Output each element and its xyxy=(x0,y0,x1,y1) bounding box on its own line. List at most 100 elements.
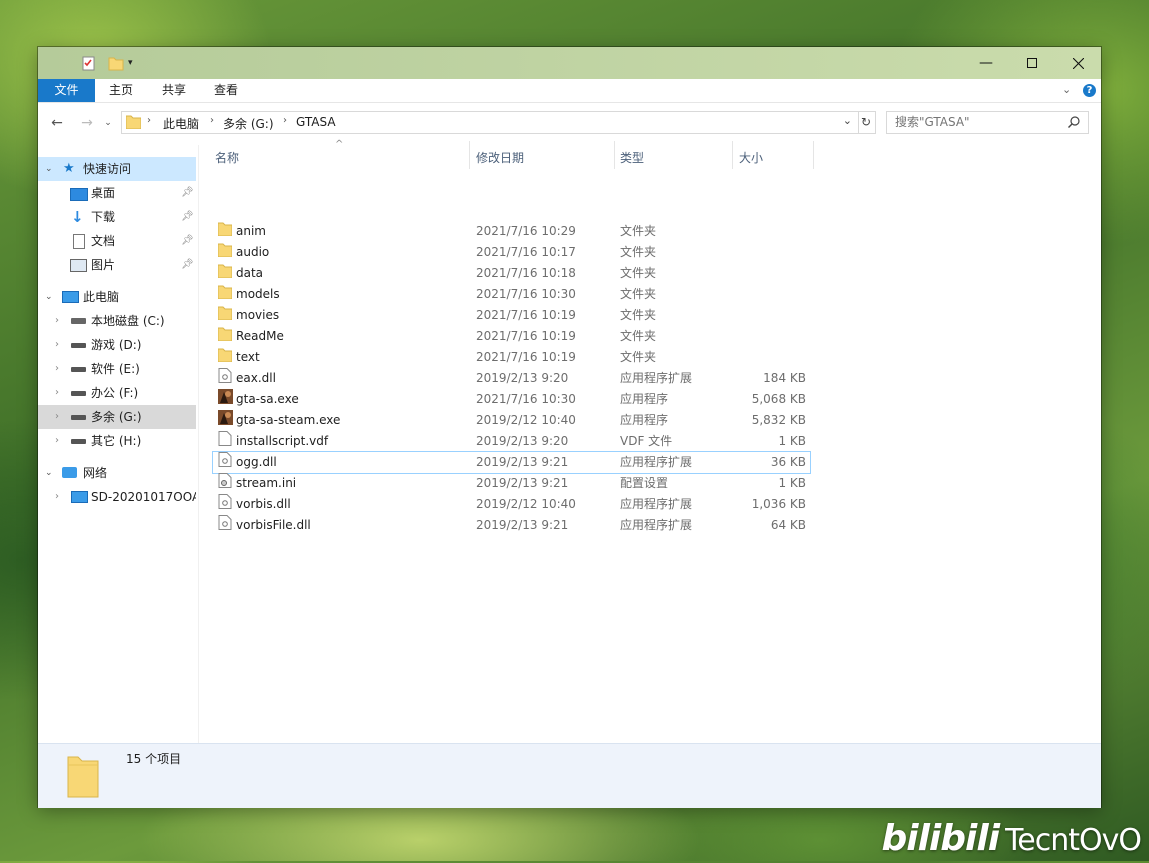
refresh-button[interactable]: ↻ xyxy=(857,111,876,134)
nav-item-documents[interactable]: 文档 📌︎ xyxy=(38,229,196,253)
search-icon[interactable] xyxy=(1068,116,1080,128)
nav-drive-g[interactable]: › 多余 (G:) xyxy=(38,405,196,429)
computer-icon xyxy=(71,491,88,503)
network-icon xyxy=(62,467,77,478)
expand-chevron-icon[interactable]: › xyxy=(55,333,59,357)
tab-file[interactable]: 文件 xyxy=(38,79,95,102)
expand-chevron-icon[interactable]: › xyxy=(55,381,59,405)
nav-quick-access[interactable]: ⌄ ★ 快速访问 xyxy=(38,157,196,181)
nav-network[interactable]: ⌄ 网络 xyxy=(38,461,196,485)
blank-file-icon xyxy=(218,431,232,446)
file-type: 应用程序扩展 xyxy=(620,497,693,511)
column-separator[interactable] xyxy=(614,141,615,169)
column-header-size[interactable]: 大小 xyxy=(739,145,763,175)
file-row[interactable]: ogg.dll 2019/2/13 9:21 应用程序扩展 36 KB xyxy=(212,451,811,474)
file-type: 文件夹 xyxy=(620,245,657,259)
title-bar[interactable]: ▾ — xyxy=(38,47,1101,79)
folder-icon xyxy=(126,115,141,129)
nav-label: 办公 (F:) xyxy=(91,386,139,400)
file-size: 5,068 KB xyxy=(751,392,806,406)
file-row[interactable]: movies 2021/7/16 10:19 文件夹 xyxy=(213,305,810,326)
file-row[interactable]: stream.ini 2019/2/13 9:21 配置设置 1 KB xyxy=(213,473,810,494)
file-date: 2019/2/13 9:21 xyxy=(476,476,569,490)
document-icon xyxy=(73,234,85,249)
drive-icon xyxy=(71,439,86,444)
file-row[interactable]: models 2021/7/16 10:30 文件夹 xyxy=(213,284,810,305)
maximize-button[interactable] xyxy=(1009,47,1055,79)
expand-chevron-icon[interactable]: › xyxy=(55,405,59,429)
nav-label: 其它 (H:) xyxy=(91,434,142,448)
nav-item-desktop[interactable]: 桌面 📌︎ xyxy=(38,181,196,205)
expand-chevron-icon[interactable]: ⌄ xyxy=(45,461,53,485)
properties-icon[interactable] xyxy=(82,55,96,71)
help-icon[interactable]: ? xyxy=(1083,84,1096,97)
file-row[interactable]: text 2021/7/16 10:19 文件夹 xyxy=(213,347,810,368)
expand-chevron-icon[interactable]: ⌄ xyxy=(45,285,53,309)
file-row[interactable]: audio 2021/7/16 10:17 文件夹 xyxy=(213,242,810,263)
nav-drive-c[interactable]: › 本地磁盘 (C:) xyxy=(38,309,196,333)
expand-chevron-icon[interactable]: › xyxy=(55,357,59,381)
column-header-date[interactable]: 修改日期 xyxy=(476,145,524,175)
desktop-icon xyxy=(70,188,88,201)
nav-drive-f[interactable]: › 办公 (F:) xyxy=(38,381,196,405)
nav-this-pc[interactable]: ⌄ 此电脑 xyxy=(38,285,196,309)
nav-item-pictures[interactable]: 图片 📌︎ xyxy=(38,253,196,277)
tab-share[interactable]: 共享 xyxy=(152,79,196,102)
file-row[interactable]: gta-sa.exe 2021/7/16 10:30 应用程序 5,068 KB xyxy=(213,389,810,410)
customize-chevron-icon[interactable]: ▾ xyxy=(128,58,133,68)
recent-locations-chevron-icon[interactable]: ⌄ xyxy=(102,113,114,133)
refresh-icon: ↻ xyxy=(860,115,872,129)
minimize-button[interactable]: — xyxy=(963,47,1009,79)
expand-chevron-icon[interactable]: › xyxy=(55,309,59,333)
column-header-type[interactable]: 类型 xyxy=(620,145,644,175)
file-row[interactable]: vorbis.dll 2019/2/12 10:40 应用程序扩展 1,036 KB xyxy=(213,494,810,515)
file-name: audio xyxy=(236,245,270,259)
tab-home[interactable]: 主页 xyxy=(99,79,143,102)
address-dropdown-chevron-icon[interactable]: ⌄ xyxy=(843,114,852,127)
ribbon-tabs: 文件 主页 共享 查看 ⌄ ? xyxy=(38,79,1101,103)
nav-drive-d[interactable]: › 游戏 (D:) xyxy=(38,333,196,357)
forward-button[interactable]: → xyxy=(77,113,97,133)
breadcrumb-this-pc[interactable]: 此电脑 xyxy=(163,115,199,132)
back-button[interactable]: ← xyxy=(47,113,67,133)
file-date: 2021/7/16 10:18 xyxy=(476,266,576,280)
nav-item-downloads[interactable]: ↓ 下载 📌︎ xyxy=(38,205,196,229)
search-input[interactable] xyxy=(895,112,1065,131)
file-row[interactable]: anim 2021/7/16 10:29 文件夹 xyxy=(213,221,810,242)
address-bar[interactable]: › 此电脑 › 多余 (G:) › GTASA ⌄ xyxy=(121,111,859,134)
nav-drive-h[interactable]: › 其它 (H:) xyxy=(38,429,196,453)
breadcrumb-gtasa[interactable]: GTASA xyxy=(296,115,336,129)
folder-icon xyxy=(217,305,233,321)
breadcrumb-drive-g[interactable]: 多余 (G:) xyxy=(223,115,274,132)
column-separator[interactable] xyxy=(732,141,733,169)
nav-drive-e[interactable]: › 软件 (E:) xyxy=(38,357,196,381)
column-separator[interactable] xyxy=(469,141,470,169)
file-date: 2021/7/16 10:19 xyxy=(476,350,576,364)
column-header-name[interactable]: 名称 xyxy=(215,145,239,175)
file-row[interactable]: data 2021/7/16 10:18 文件夹 xyxy=(213,263,810,284)
file-name: anim xyxy=(236,224,266,238)
expand-ribbon-chevron-icon[interactable]: ⌄ xyxy=(1062,83,1071,96)
expand-chevron-icon[interactable]: › xyxy=(55,429,59,453)
close-button[interactable] xyxy=(1055,47,1101,79)
tab-view[interactable]: 查看 xyxy=(204,79,248,102)
file-date: 2019/2/12 10:40 xyxy=(476,413,576,427)
quick-access-toolbar: ▾ xyxy=(82,55,133,71)
search-box[interactable] xyxy=(886,111,1089,134)
file-list: ^ 名称 修改日期 类型 大小 anim 2021/7/16 10:29 文件夹 au… xyxy=(199,139,1101,743)
nav-label: 文档 xyxy=(91,234,116,248)
file-size: 64 KB xyxy=(770,518,806,532)
expand-chevron-icon[interactable]: › xyxy=(55,485,59,509)
nav-network-computer[interactable]: › SD-20201017OOA xyxy=(38,485,196,509)
file-date: 2019/2/13 9:20 xyxy=(476,371,569,385)
expand-chevron-icon[interactable]: ⌄ xyxy=(45,157,53,181)
file-row[interactable]: gta-sa-steam.exe 2019/2/12 10:40 应用程序 5,832… xyxy=(213,410,810,431)
file-row[interactable]: ReadMe 2021/7/16 10:19 文件夹 xyxy=(213,326,810,347)
file-type: 应用程序扩展 xyxy=(620,371,693,385)
new-folder-icon[interactable] xyxy=(108,55,124,71)
file-row[interactable]: eax.dll 2019/2/13 9:20 应用程序扩展 184 KB xyxy=(213,368,810,389)
file-row[interactable]: installscript.vdf 2019/2/13 9:20 VDF 文件 1 K… xyxy=(213,431,810,452)
column-separator[interactable] xyxy=(813,141,814,169)
pin-icon: 📌︎ xyxy=(181,235,194,246)
file-row[interactable]: vorbisFile.dll 2019/2/13 9:21 应用程序扩展 64 KB xyxy=(213,515,810,536)
